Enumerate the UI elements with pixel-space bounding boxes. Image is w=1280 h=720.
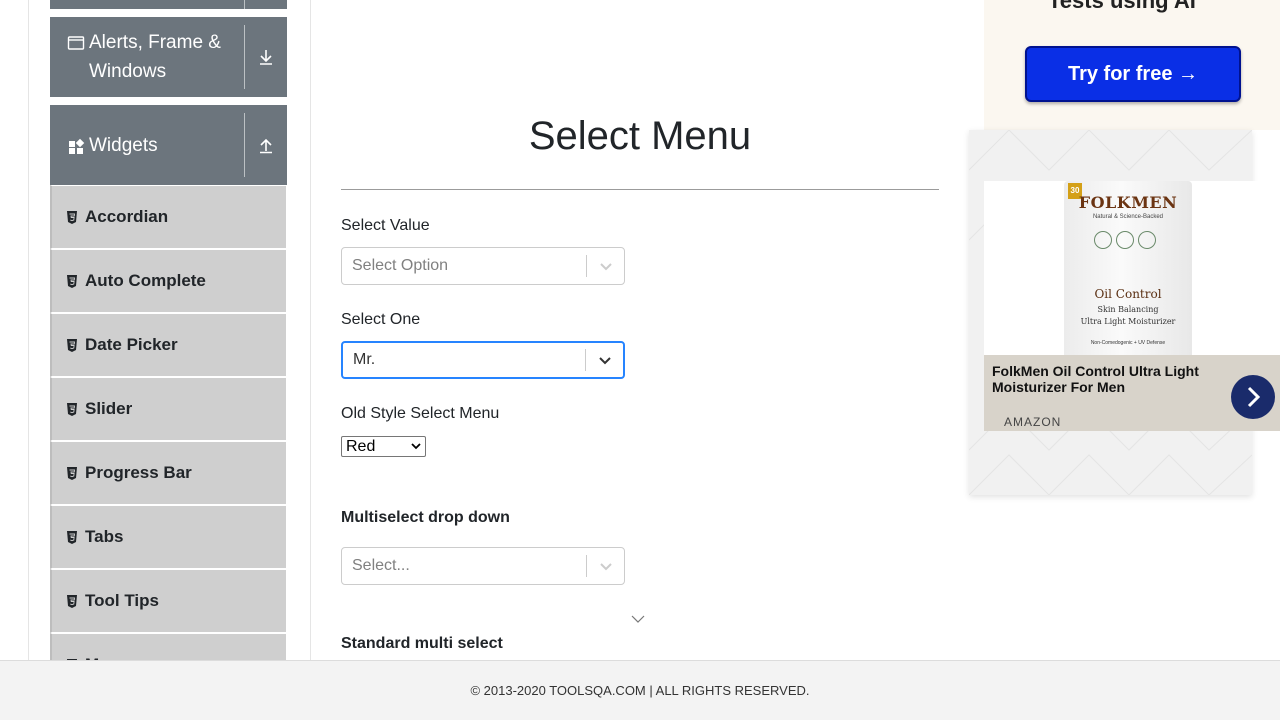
ad-product-card[interactable]: 30 FOLKMEN Natural & Science-Backed Oil … [984, 181, 1280, 431]
sidebar-item-progress-bar[interactable]: Progress Bar [50, 441, 287, 505]
sidebar-group-label: Alerts, Frame & Windows [50, 28, 244, 86]
title-divider [341, 189, 939, 190]
select-value-placeholder: Select Option [352, 257, 449, 274]
select-value-dropdown[interactable]: Select Option [341, 247, 625, 285]
sidebar-group-label-line2: Windows [89, 61, 167, 82]
product-fine-print: Non-Comedogenic + UV Defense [1090, 340, 1166, 346]
product-brand-sub: Natural & Science-Backed [1092, 214, 1164, 220]
sidebar-item-slider[interactable]: Slider [50, 377, 287, 441]
ad-banner-top[interactable]: Tests using AI Try for free → [984, 0, 1280, 130]
select-one-value: Mr. [353, 351, 376, 368]
footer: © 2013-2020 TOOLSQA.COM | ALL RIGHTS RES… [0, 660, 1280, 720]
sidebar-group-label-line1: Alerts, Frame & [89, 32, 221, 53]
html5-icon [67, 402, 77, 416]
sidebar-left-rail [28, 0, 29, 660]
widgets-menu-list: Accordian Auto Complete Date Picker Slid… [50, 185, 287, 697]
chevron-right-icon[interactable] [1231, 375, 1275, 419]
old-style-select[interactable]: Red [341, 436, 426, 457]
html5-icon [67, 338, 77, 352]
upload-arrow-icon[interactable] [244, 113, 287, 177]
multiselect-placeholder: Select... [352, 557, 410, 574]
page-title: Select Menu [528, 114, 752, 158]
select-one-label: Select One [341, 311, 421, 328]
scroll-down-chevron-icon [631, 615, 645, 623]
sidebar-group-label-text: Widgets [89, 134, 158, 156]
ad-caption-title: FolkMen Oil Control Ultra Light Moisturi… [992, 363, 1199, 395]
chevron-down-icon[interactable] [587, 561, 624, 571]
chevron-down-icon[interactable] [587, 261, 624, 271]
html5-icon [67, 530, 77, 544]
standard-multi-select-label: Standard multi select [341, 635, 503, 652]
select-value-label: Select Value [341, 217, 430, 234]
product-brand: FOLKMEN [1078, 193, 1178, 212]
sidebar-item-tabs[interactable]: Tabs [50, 505, 287, 569]
chevron-down-icon [411, 443, 421, 450]
download-arrow-icon[interactable] [244, 25, 287, 89]
ad-tagline: Tests using AI [1048, 0, 1196, 13]
sidebar-group-widgets[interactable]: Widgets [50, 105, 287, 185]
multiselect-dropdown[interactable]: Select... [341, 547, 625, 585]
window-icon [67, 36, 85, 50]
sidebar-group-alerts-frame-windows[interactable]: Alerts, Frame & Windows [50, 17, 287, 97]
html5-icon [67, 594, 77, 608]
sidebar-item-tool-tips[interactable]: Tool Tips [50, 569, 287, 633]
sidebar-right-rail [310, 0, 311, 660]
product-description: Skin Balancing Ultra Light Moisturizer [1080, 305, 1176, 326]
sidebar-group-header-previous[interactable] [50, 0, 287, 9]
product-name: Oil Control [1094, 287, 1162, 301]
sidebar-item-accordian[interactable]: Accordian [50, 185, 287, 249]
sidebar-group-label: Widgets [50, 131, 244, 160]
html5-icon [67, 210, 77, 224]
old-style-select-value: Red [346, 437, 376, 455]
old-style-select-label: Old Style Select Menu [341, 405, 500, 422]
html5-icon [67, 466, 77, 480]
chevron-down-icon[interactable] [586, 355, 623, 365]
page: Alerts, Frame & Windows Widgets Accordian… [0, 0, 1280, 720]
ad-source: AMAZON [1004, 415, 1062, 429]
sidebar-item-date-picker[interactable]: Date Picker [50, 313, 287, 377]
ad-try-for-free-button[interactable]: Try for free → [1025, 46, 1241, 102]
product-seal-icons [1094, 231, 1156, 249]
widgets-grid-icon [69, 138, 85, 154]
html5-icon [67, 274, 77, 288]
footer-copyright: © 2013-2020 TOOLSQA.COM | ALL RIGHTS RES… [470, 683, 810, 698]
select-one-dropdown[interactable]: Mr. [341, 341, 625, 379]
sidebar-item-auto-complete[interactable]: Auto Complete [50, 249, 287, 313]
multiselect-label: Multiselect drop down [341, 509, 510, 526]
ad-caption[interactable]: FolkMen Oil Control Ultra Light Moisturi… [984, 355, 1280, 431]
product-image: 30 FOLKMEN Natural & Science-Backed Oil … [1064, 181, 1192, 356]
